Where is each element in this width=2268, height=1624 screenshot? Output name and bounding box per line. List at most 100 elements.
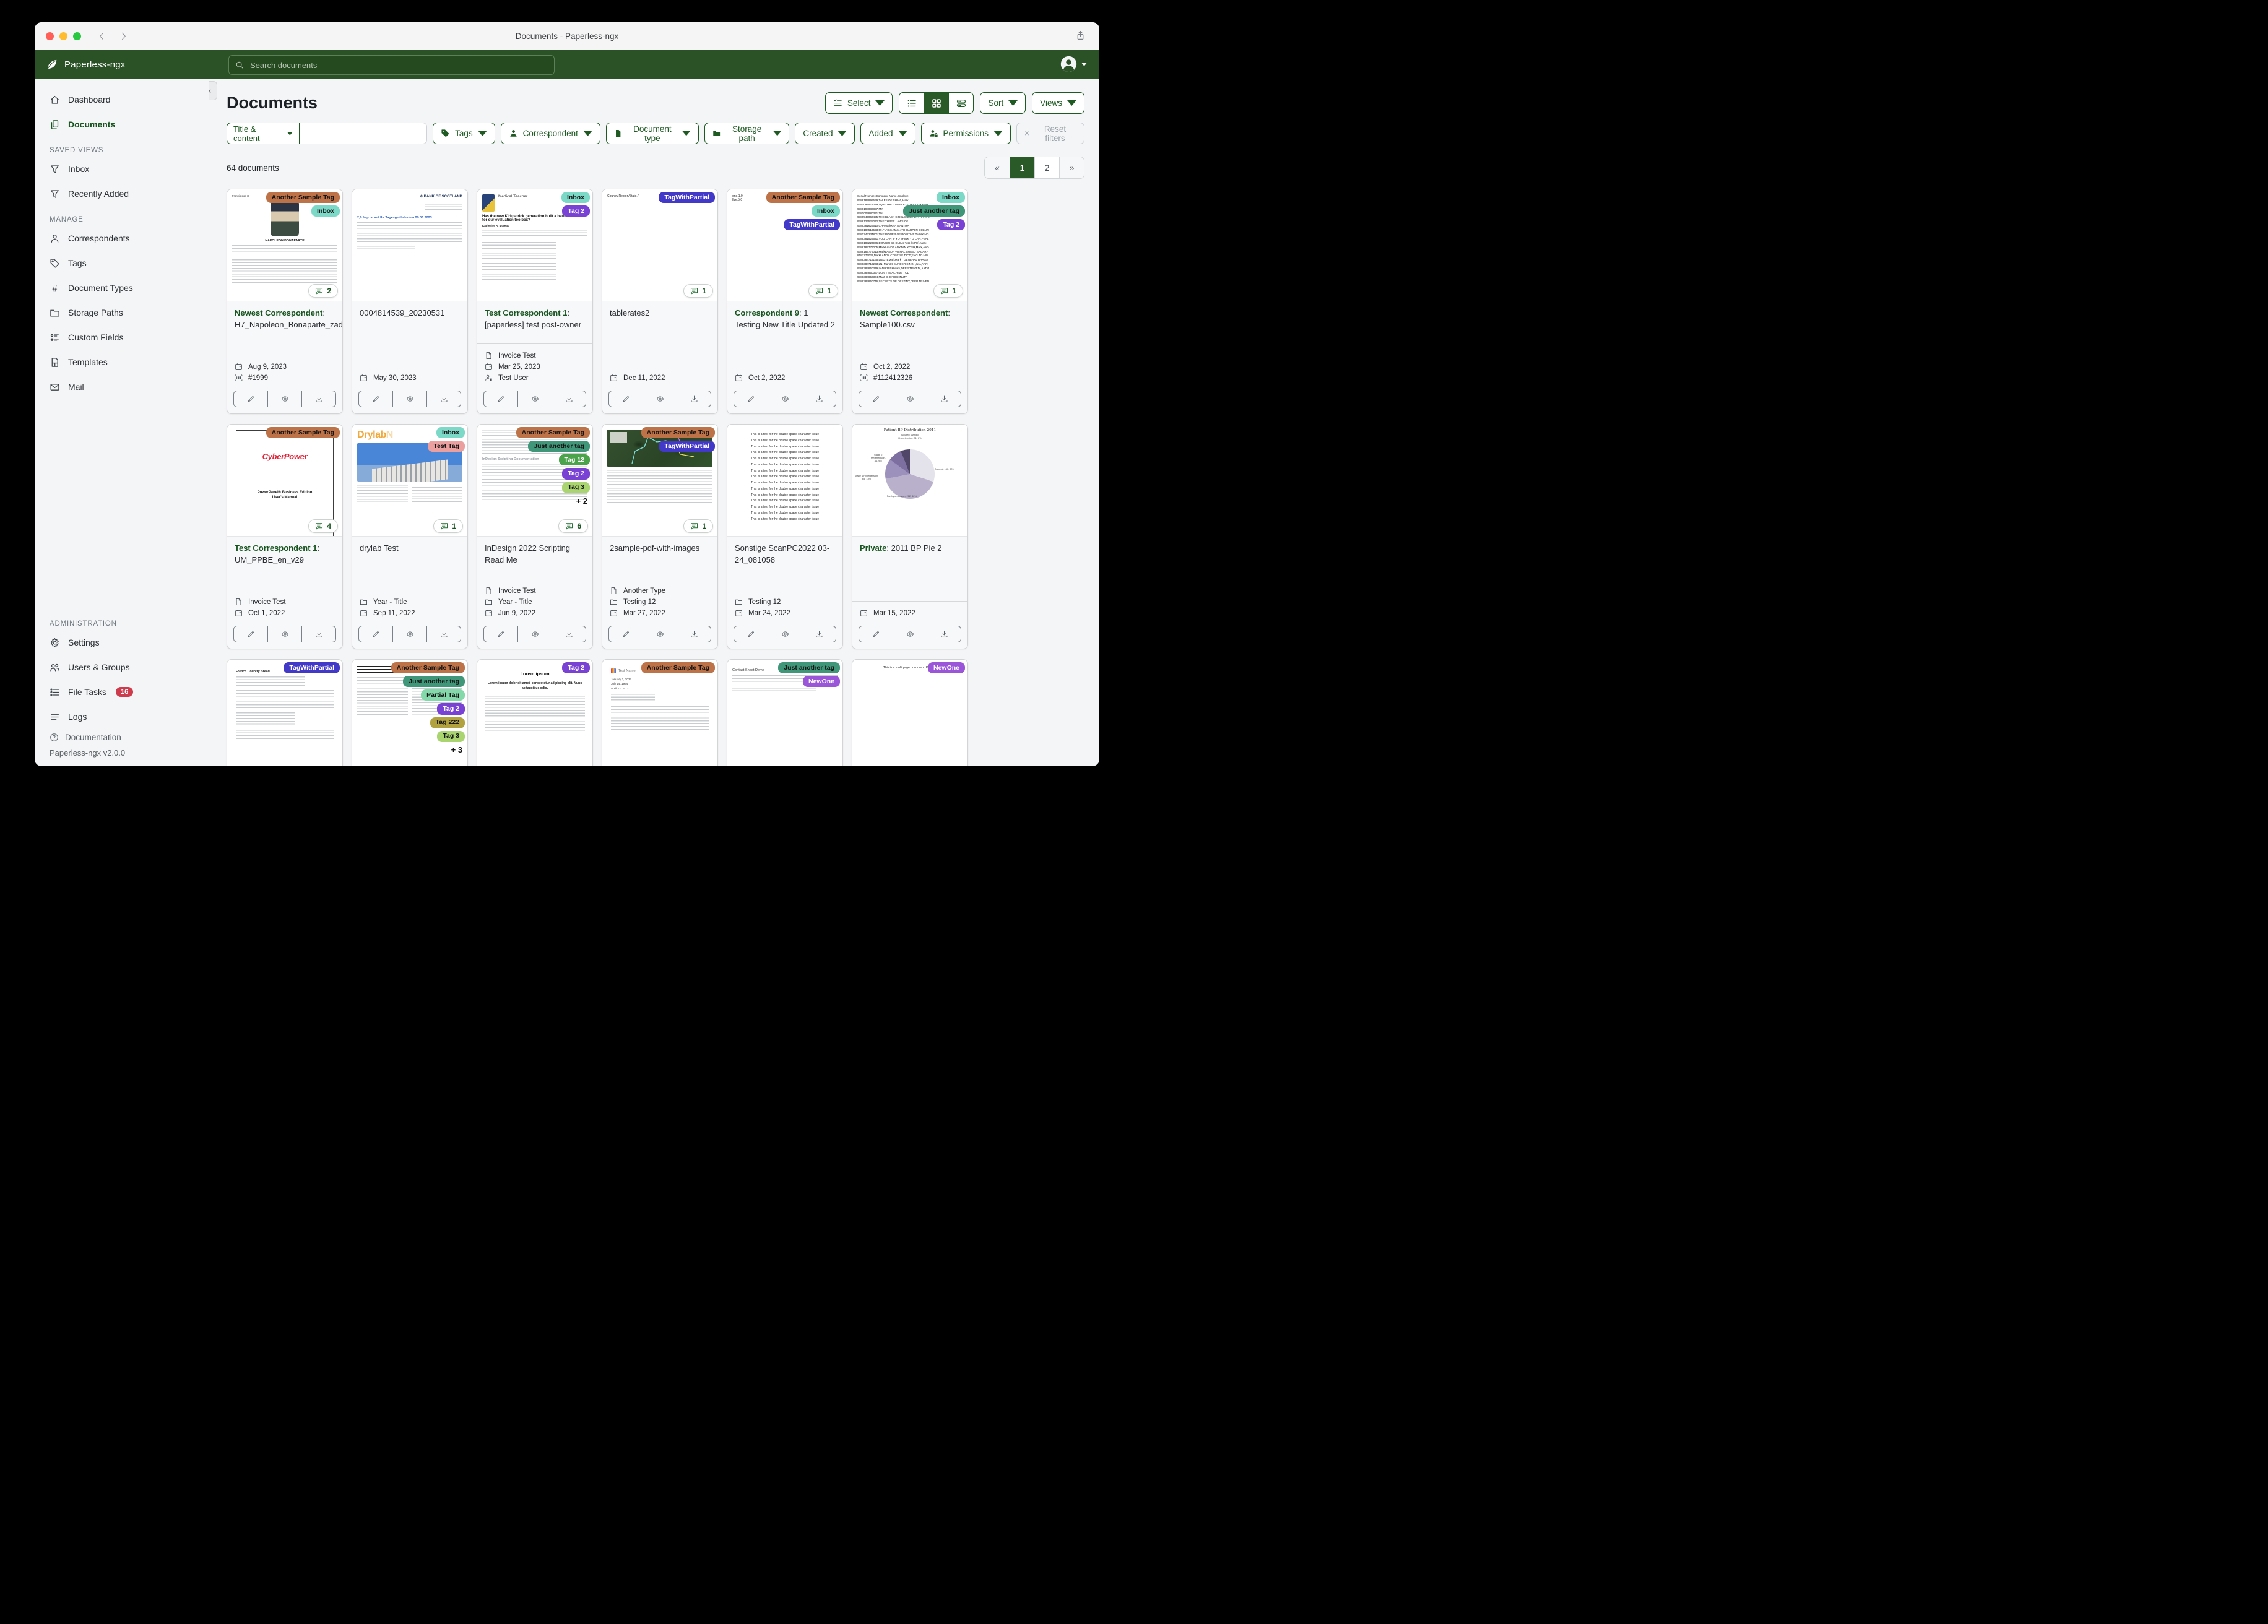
view-button[interactable]	[893, 626, 927, 642]
close-window-button[interactable]	[46, 32, 54, 40]
app-brand[interactable]: Paperless-ngx	[46, 58, 125, 71]
search-input[interactable]	[249, 59, 548, 71]
document-title[interactable]: Newest Correspondent: Sample100.csv	[852, 301, 967, 334]
tag-chip[interactable]: Tag 12	[558, 454, 590, 466]
tag-chip[interactable]: NewOne	[802, 676, 840, 688]
download-button[interactable]	[552, 626, 586, 642]
document-preview[interactable]: Contact Sheet Demo Just another tag NewOne	[727, 660, 842, 766]
sidebar-item-templates[interactable]: Templates	[35, 350, 209, 374]
minimize-window-button[interactable]	[59, 32, 67, 40]
comment-count-badge[interactable]: 1	[933, 284, 963, 298]
tag-chip[interactable]: TagWithPartial	[659, 192, 715, 204]
page-1[interactable]: 1	[1010, 157, 1034, 178]
edit-button[interactable]	[234, 626, 267, 642]
view-button[interactable]	[517, 391, 552, 407]
tag-chip[interactable]: Tag 2	[437, 703, 465, 715]
page-«[interactable]: «	[985, 157, 1010, 178]
view-button[interactable]	[643, 626, 677, 642]
document-preview[interactable]: Another Sample Tag Just another tag Partia…	[352, 660, 467, 766]
tag-chip[interactable]: Test Tag	[428, 441, 465, 452]
tag-chip[interactable]: Tag 2	[562, 205, 590, 217]
documentation-link[interactable]: Documentation	[50, 733, 209, 742]
filter-document-type-button[interactable]: Document type	[605, 123, 699, 144]
tag-chip[interactable]: Tag 3	[437, 730, 465, 742]
sidebar-item-inbox[interactable]: Inbox	[35, 157, 209, 181]
tag-chip[interactable]: Tag 2	[937, 219, 965, 231]
sort-button[interactable]: Sort	[980, 92, 1026, 114]
download-button[interactable]	[301, 391, 335, 407]
edit-button[interactable]	[859, 626, 893, 642]
tag-chip[interactable]: Tag 3	[562, 482, 590, 493]
filter-created-button[interactable]: Created	[795, 123, 855, 144]
tag-chip[interactable]: Tag 222	[430, 717, 465, 728]
tag-chip[interactable]: Inbox	[561, 192, 590, 204]
sidebar-item-recently-added[interactable]: Recently Added	[35, 181, 209, 206]
comment-count-badge[interactable]: 1	[433, 519, 463, 533]
view-button[interactable]	[517, 626, 552, 642]
view-mode-view-rows[interactable]	[948, 93, 973, 113]
view-button[interactable]	[768, 391, 802, 407]
sidebar-item-users-groups[interactable]: Users & Groups	[35, 655, 209, 680]
download-button[interactable]	[552, 391, 586, 407]
comment-count-badge[interactable]: 2	[308, 284, 338, 298]
download-button[interactable]	[802, 626, 836, 642]
edit-button[interactable]	[484, 626, 517, 642]
browser-back-icon[interactable]	[97, 32, 106, 41]
sidebar-item-documents[interactable]: Documents	[35, 112, 209, 137]
comment-count-badge[interactable]: 1	[683, 284, 713, 298]
document-title[interactable]: Test Correspondent 1: UM_PPBE_en_v29	[227, 537, 342, 569]
view-button[interactable]	[392, 391, 426, 407]
download-button[interactable]	[802, 391, 836, 407]
tag-chip[interactable]: Another Sample Tag	[266, 192, 340, 204]
document-preview[interactable]: This is a test for the double space char…	[727, 425, 842, 537]
download-button[interactable]	[677, 391, 711, 407]
download-button[interactable]	[426, 391, 461, 407]
document-title[interactable]: Private: 2011 BP Pie 2	[852, 537, 967, 557]
tag-chip[interactable]: Another Sample Tag	[391, 662, 465, 674]
comment-count-badge[interactable]: 1	[683, 519, 713, 533]
document-title[interactable]: tablerates2	[602, 301, 717, 322]
page-2[interactable]: 2	[1034, 157, 1059, 178]
tag-chip[interactable]: Inbox	[311, 205, 340, 217]
document-title[interactable]: 0004814539_20230531	[352, 301, 467, 322]
view-button[interactable]	[267, 391, 301, 407]
view-button[interactable]	[643, 391, 677, 407]
document-preview[interactable]: Medical Teacher Has the new Kirkpatrick g…	[477, 189, 592, 301]
search-field-selector[interactable]: Title & content	[227, 123, 300, 144]
sidebar-item-document-types[interactable]: # Document Types	[35, 275, 209, 300]
edit-button[interactable]	[609, 391, 643, 407]
document-preview[interactable]: Patient BP Distribution 2011 Isolated Sys…	[852, 425, 967, 537]
tag-chip[interactable]: Just another tag	[778, 662, 840, 674]
download-button[interactable]	[927, 626, 961, 642]
edit-button[interactable]	[734, 391, 768, 407]
view-button[interactable]	[267, 626, 301, 642]
views-button[interactable]: Views	[1032, 92, 1084, 114]
edit-button[interactable]	[859, 391, 893, 407]
page-»[interactable]: »	[1059, 157, 1084, 178]
sidebar-item-custom-fields[interactable]: Custom Fields	[35, 325, 209, 350]
edit-button[interactable]	[734, 626, 768, 642]
download-button[interactable]	[677, 626, 711, 642]
document-preview[interactable]: Serial Number,Company Name,Employe 978818…	[852, 189, 967, 301]
tag-chip[interactable]: NewOne	[927, 662, 965, 674]
tag-chip[interactable]: Another Sample Tag	[766, 192, 840, 204]
document-preview[interactable]: Francja pod rz NAPOLEON BONAPARTE Another …	[227, 189, 342, 301]
tag-chip[interactable]: Just another tag	[903, 205, 965, 217]
zoom-window-button[interactable]	[73, 32, 81, 40]
edit-button[interactable]	[609, 626, 643, 642]
filter-storage-path-button[interactable]: Storage path	[704, 123, 790, 144]
tag-chip[interactable]: Just another tag	[528, 441, 590, 452]
document-title[interactable]: Sonstige ScanPC2022 03-24_081058	[727, 537, 842, 569]
sidebar-item-dashboard[interactable]: Dashboard	[35, 87, 209, 112]
sidebar-item-settings[interactable]: Settings	[35, 630, 209, 655]
download-button[interactable]	[426, 626, 461, 642]
tag-chip[interactable]: Another Sample Tag	[641, 662, 715, 674]
tag-chip[interactable]: Another Sample Tag	[516, 427, 590, 439]
sidebar-item-file-tasks[interactable]: File Tasks 16	[35, 680, 209, 704]
tag-chip[interactable]: Just another tag	[403, 676, 465, 688]
tag-chip[interactable]: Another Sample Tag	[641, 427, 715, 439]
sidebar-collapse-button[interactable]: «	[209, 81, 217, 100]
view-button[interactable]	[392, 626, 426, 642]
tag-chip[interactable]: Inbox	[937, 192, 965, 204]
comment-count-badge[interactable]: 6	[558, 519, 588, 533]
